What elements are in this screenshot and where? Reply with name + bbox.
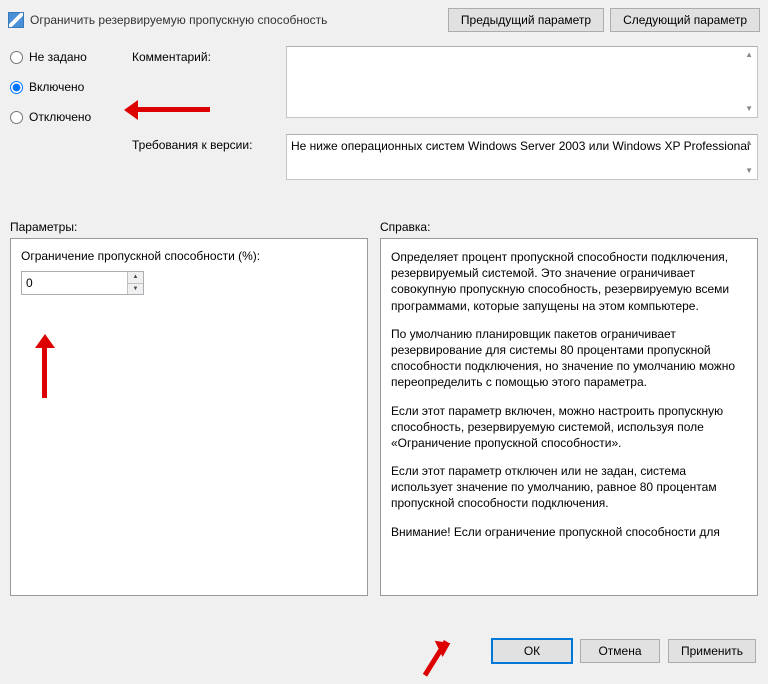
help-paragraph: Определяет процент пропускной способност… bbox=[391, 249, 747, 314]
bandwidth-limit-spinner[interactable]: ▲ ▼ bbox=[21, 271, 144, 295]
radio-enabled-input[interactable] bbox=[10, 81, 23, 94]
help-paragraph: По умолчанию планировщик пакетов огранич… bbox=[391, 326, 747, 391]
spinner-down-button[interactable]: ▼ bbox=[128, 284, 143, 295]
scroll-down-hint-icon: ▼ bbox=[745, 167, 753, 175]
radio-disabled[interactable]: Отключено bbox=[10, 110, 120, 124]
options-label: Параметры: bbox=[10, 220, 368, 234]
scroll-up-hint-icon: ▲ bbox=[745, 51, 753, 59]
spinner-up-button[interactable]: ▲ bbox=[128, 272, 143, 284]
next-setting-button[interactable]: Следующий параметр bbox=[610, 8, 760, 32]
requirements-value: Не ниже операционных систем Windows Serv… bbox=[291, 139, 750, 153]
policy-icon bbox=[8, 12, 24, 28]
cancel-button[interactable]: Отмена bbox=[580, 639, 660, 663]
help-paragraph: Если этот параметр включен, можно настро… bbox=[391, 403, 747, 452]
radio-enabled-label: Включено bbox=[29, 80, 84, 94]
apply-button[interactable]: Применить bbox=[668, 639, 756, 663]
comment-label: Комментарий: bbox=[132, 46, 280, 64]
bandwidth-limit-label: Ограничение пропускной способности (%): bbox=[21, 249, 357, 263]
help-label: Справка: bbox=[380, 220, 758, 234]
radio-not-configured-input[interactable] bbox=[10, 51, 23, 64]
requirements-field: Не ниже операционных систем Windows Serv… bbox=[286, 134, 758, 180]
bandwidth-limit-input[interactable] bbox=[22, 272, 127, 294]
help-paragraph: Если этот параметр отключен или не задан… bbox=[391, 463, 747, 512]
options-panel: Ограничение пропускной способности (%): … bbox=[10, 238, 368, 596]
prev-setting-button[interactable]: Предыдущий параметр bbox=[448, 8, 604, 32]
scroll-up-hint-icon: ▲ bbox=[745, 139, 753, 147]
comment-field[interactable]: ▲ ▼ bbox=[286, 46, 758, 118]
ok-button[interactable]: ОК bbox=[492, 639, 572, 663]
requirements-label: Требования к версии: bbox=[132, 134, 280, 152]
help-panel: Определяет процент пропускной способност… bbox=[380, 238, 758, 596]
scroll-down-hint-icon: ▼ bbox=[745, 105, 753, 113]
radio-enabled[interactable]: Включено bbox=[10, 80, 120, 94]
window-title: Ограничить резервируемую пропускную спос… bbox=[30, 13, 327, 27]
radio-not-configured-label: Не задано bbox=[29, 50, 87, 64]
help-paragraph: Внимание! Если ограничение пропускной сп… bbox=[391, 524, 747, 540]
radio-disabled-input[interactable] bbox=[10, 111, 23, 124]
radio-disabled-label: Отключено bbox=[29, 110, 91, 124]
radio-not-configured[interactable]: Не задано bbox=[10, 50, 120, 64]
